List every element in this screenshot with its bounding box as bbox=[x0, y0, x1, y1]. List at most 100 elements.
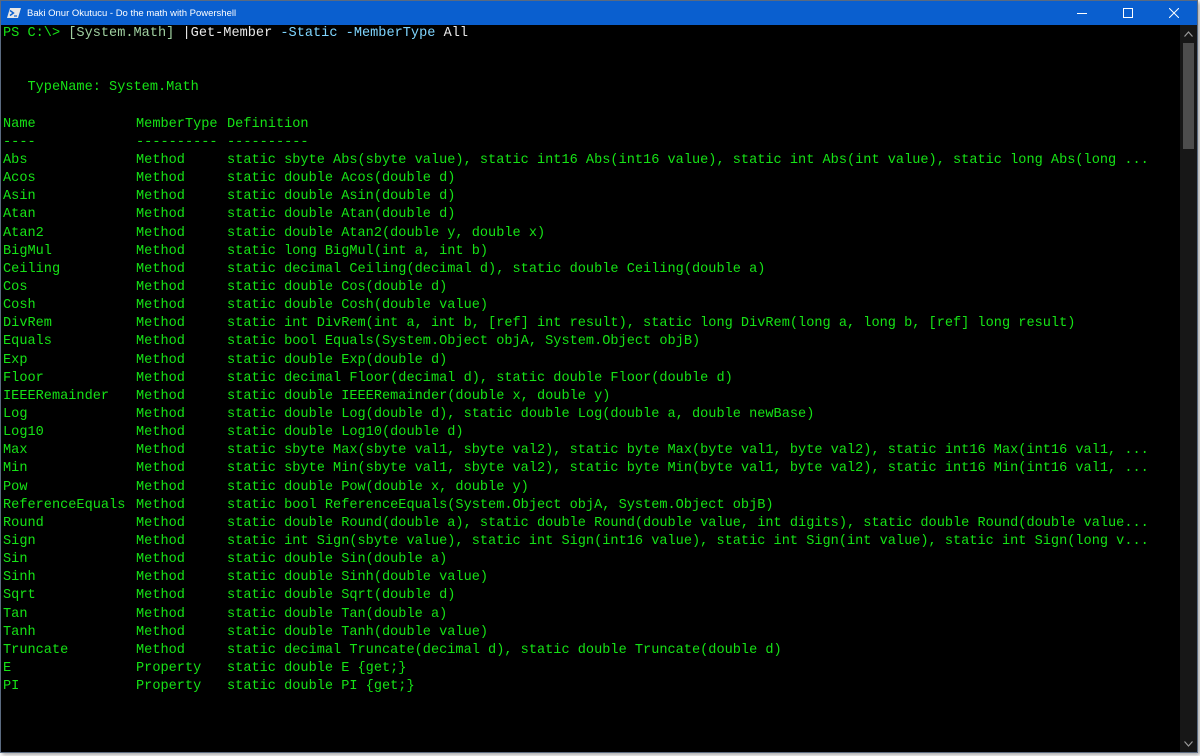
member-row: Equals Method static bool Equals(System.Ob… bbox=[3, 333, 1180, 351]
member-name: Acos bbox=[3, 171, 36, 187]
member-definition: static double Round(double a), static do… bbox=[227, 515, 1149, 531]
scroll-up-button[interactable] bbox=[1180, 25, 1197, 42]
underline-membertype: ---------- bbox=[136, 134, 218, 150]
member-definition: static double Log(double d), static doub… bbox=[227, 406, 815, 422]
header-membertype: MemberType bbox=[136, 116, 218, 132]
member-name: Tan bbox=[3, 606, 28, 622]
member-row: Atan Method static double Atan(double d) bbox=[3, 206, 1180, 224]
member-definition: static bool ReferenceEquals(System.Objec… bbox=[227, 497, 774, 513]
member-name: Floor bbox=[3, 370, 44, 386]
static-parameter: -Static bbox=[272, 26, 338, 41]
member-type: Method bbox=[136, 207, 185, 223]
member-type: Method bbox=[136, 497, 185, 513]
underline-name: ---- bbox=[3, 134, 36, 150]
member-type: Method bbox=[136, 316, 185, 332]
member-type: Method bbox=[136, 261, 185, 277]
member-row: Cosh Method static double Cosh(double valu… bbox=[3, 297, 1180, 315]
chevron-down-icon bbox=[1184, 740, 1193, 747]
member-type: Method bbox=[136, 152, 185, 168]
member-row: Asin Method static double Asin(double d) bbox=[3, 188, 1180, 206]
member-type: Method bbox=[136, 642, 185, 658]
member-name: Log bbox=[3, 406, 28, 422]
member-definition: static double Tan(double a) bbox=[227, 606, 448, 622]
member-definition: static bool Equals(System.Object objA, S… bbox=[227, 334, 701, 350]
scroll-down-button[interactable] bbox=[1180, 735, 1197, 752]
close-button[interactable] bbox=[1151, 1, 1197, 25]
member-definition: static int DivRem(int a, int b, [ref] in… bbox=[227, 316, 1076, 332]
powershell-window: Baki Onur Okutucu - Do the math with Pow… bbox=[0, 0, 1198, 753]
vertical-scrollbar[interactable] bbox=[1180, 25, 1197, 752]
maximize-button[interactable] bbox=[1105, 1, 1151, 25]
typename-line: TypeName: System.Math bbox=[3, 80, 199, 96]
member-name: Round bbox=[3, 515, 44, 531]
member-name: Cosh bbox=[3, 298, 36, 314]
member-table: Abs Method static sbyte Abs(sbyte value), … bbox=[3, 152, 1180, 696]
member-name: Cos bbox=[3, 279, 28, 295]
member-definition: static double Cosh(double value) bbox=[227, 298, 489, 314]
member-row: Min Method static sbyte Min(sbyte val1, sb… bbox=[3, 460, 1180, 478]
member-row: Tanh Method static double Tanh(double valu… bbox=[3, 624, 1180, 642]
member-type: Method bbox=[136, 279, 185, 295]
member-row: IEEERemainder Method static double IEEERem… bbox=[3, 388, 1180, 406]
member-type: Method bbox=[136, 461, 185, 477]
member-name: Exp bbox=[3, 352, 28, 368]
member-type: Method bbox=[136, 298, 185, 314]
member-type: Method bbox=[136, 606, 185, 622]
scroll-thumb[interactable] bbox=[1183, 43, 1194, 149]
member-type: Method bbox=[136, 624, 185, 640]
member-type: Method bbox=[136, 243, 185, 259]
member-name: BigMul bbox=[3, 243, 52, 259]
member-name: Truncate bbox=[3, 642, 69, 658]
member-row: Log10 Method static double Log10(double d) bbox=[3, 424, 1180, 442]
window-title: Baki Onur Okutucu - Do the math with Pow… bbox=[27, 7, 237, 19]
command-line: PS C:\> [System.Math] |Get-Member -Stati… bbox=[3, 25, 1180, 43]
member-definition: static double Log10(double d) bbox=[227, 425, 464, 441]
member-row: Round Method static double Round(double a)… bbox=[3, 515, 1180, 533]
member-type: Method bbox=[136, 479, 185, 495]
member-definition: static double Sin(double a) bbox=[227, 552, 448, 568]
title-bar[interactable]: Baki Onur Okutucu - Do the math with Pow… bbox=[1, 1, 1197, 25]
member-definition: static sbyte Max(sbyte val1, sbyte val2)… bbox=[227, 443, 1149, 459]
member-row: E Property static double E {get;} bbox=[3, 660, 1180, 678]
console-output[interactable]: PS C:\> [System.Math] |Get-Member -Stati… bbox=[1, 25, 1180, 752]
member-row: Log Method static double Log(double d), st… bbox=[3, 406, 1180, 424]
member-row: Pow Method static double Pow(double x, dou… bbox=[3, 479, 1180, 497]
member-definition: static double Acos(double d) bbox=[227, 171, 456, 187]
member-row: Max Method static sbyte Max(sbyte val1, sb… bbox=[3, 442, 1180, 460]
header-definition: Definition bbox=[227, 116, 309, 132]
minimize-icon bbox=[1077, 13, 1087, 14]
member-type: Method bbox=[136, 352, 185, 368]
member-definition: static double IEEERemainder(double x, do… bbox=[227, 388, 611, 404]
member-definition: static double Exp(double d) bbox=[227, 352, 448, 368]
member-name: ReferenceEquals bbox=[3, 497, 126, 513]
member-row: Tan Method static double Tan(double a) bbox=[3, 606, 1180, 624]
member-definition: static double PI {get;} bbox=[227, 679, 415, 695]
chevron-up-icon bbox=[1184, 30, 1193, 37]
member-definition: static double Tanh(double value) bbox=[227, 624, 489, 640]
type-literal: [System.Math] bbox=[68, 26, 175, 41]
prompt-text: PS C:\> bbox=[3, 26, 69, 41]
member-definition: static double Sinh(double value) bbox=[227, 570, 489, 586]
member-type: Method bbox=[136, 443, 185, 459]
member-name: Log10 bbox=[3, 425, 44, 441]
member-type: Method bbox=[136, 425, 185, 441]
member-definition: static decimal Floor(decimal d), static … bbox=[227, 370, 733, 386]
member-name: Asin bbox=[3, 189, 36, 205]
header-name: Name bbox=[3, 116, 36, 132]
underline-definition: ---------- bbox=[227, 134, 309, 150]
minimize-button[interactable] bbox=[1059, 1, 1105, 25]
member-row: PI Property static double PI {get;} bbox=[3, 678, 1180, 696]
member-definition: static decimal Truncate(decimal d), stat… bbox=[227, 642, 782, 658]
member-name: DivRem bbox=[3, 316, 52, 332]
member-row: Cos Method static double Cos(double d) bbox=[3, 279, 1180, 297]
member-name: Sqrt bbox=[3, 588, 36, 604]
maximize-icon bbox=[1123, 8, 1133, 18]
member-type: Method bbox=[136, 334, 185, 350]
member-definition: static sbyte Abs(sbyte value), static in… bbox=[227, 152, 1149, 168]
header-row: Name MemberType Definition bbox=[3, 116, 1180, 134]
member-row: ReferenceEquals Method static bool Referen… bbox=[3, 497, 1180, 515]
member-definition: static double Atan(double d) bbox=[227, 207, 456, 223]
